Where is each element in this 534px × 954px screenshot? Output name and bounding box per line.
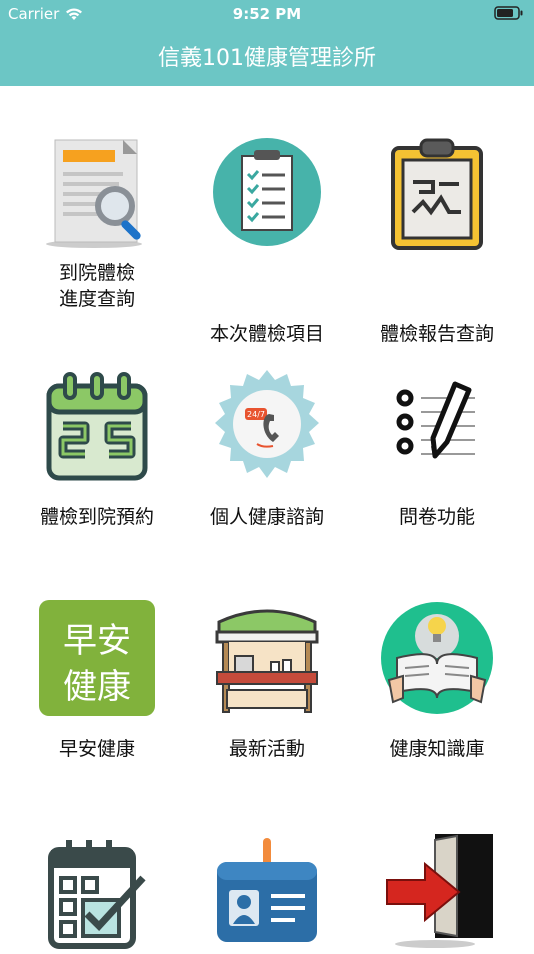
reading-book-idea-icon [381, 602, 493, 714]
battery-icon [494, 6, 523, 20]
status-time: 9:52 PM [232, 5, 302, 23]
status-bar: Carrier 9:52 PM [0, 0, 534, 28]
menu-item-morning-health[interactable]: 早安 健康 早安健康 [8, 600, 186, 830]
calendar-check-icon [48, 840, 146, 949]
questionnaire-pen-icon [396, 381, 475, 459]
menu-item-report-inquiry[interactable]: 體檢報告查詢 [348, 134, 526, 374]
logo-text-line2: 健康 [63, 667, 131, 707]
menu-item-appointment[interactable]: 體檢到院預約 [8, 368, 186, 598]
menu-item-label: 體檢到院預約 [39, 506, 154, 528]
menu-item-label: 健康知識庫 [389, 738, 485, 760]
menu-item-label: 早安健康 [58, 738, 135, 760]
menu-item-label: 問卷功能 [398, 506, 475, 528]
menu-item-latest-events[interactable]: 最新活動 [178, 600, 356, 830]
morning-health-logo-icon: 早安 健康 [39, 600, 155, 716]
checklist-clipboard-icon [213, 138, 321, 246]
menu-item-schedule[interactable] [8, 834, 186, 954]
svg-text:24/7: 24/7 [247, 410, 265, 419]
market-stall-icon [215, 609, 319, 713]
navigation-bar: Carrier 9:52 PM 信義101健康管理診所 [0, 0, 534, 86]
id-card-icon [217, 838, 317, 942]
menu-item-member-card[interactable] [178, 834, 356, 954]
document-search-icon [46, 139, 142, 248]
calendar-25-icon [46, 372, 148, 481]
menu-item-questionnaire[interactable]: 問卷功能 [348, 368, 526, 598]
menu-item-label: 最新活動 [228, 738, 305, 760]
report-clipboard-icon [391, 138, 483, 250]
menu-item-health-knowledge[interactable]: 健康知識庫 [348, 600, 526, 830]
page-title: 信義101健康管理診所 [158, 46, 376, 71]
menu-item-label: 個人健康諮詢 [209, 506, 324, 528]
menu-item-label: 本次體檢項目 [209, 323, 324, 345]
menu-item-label: 到院體檢 進度查詢 [58, 262, 135, 310]
exit-door-icon [386, 834, 493, 948]
menu-item-checkup-items[interactable]: 本次體檢項目 [178, 134, 356, 374]
menu-item-logout[interactable] [348, 834, 526, 954]
menu-item-label: 體檢報告查詢 [379, 323, 494, 345]
phone-24-7-icon: 24/7 [215, 370, 319, 478]
menu-item-checkup-progress[interactable]: 到院體檢 進度查詢 [8, 134, 186, 374]
logo-text-line1: 早安 [63, 621, 131, 661]
menu-item-health-consultation[interactable]: 24/7 個人健康諮詢 [178, 368, 356, 598]
